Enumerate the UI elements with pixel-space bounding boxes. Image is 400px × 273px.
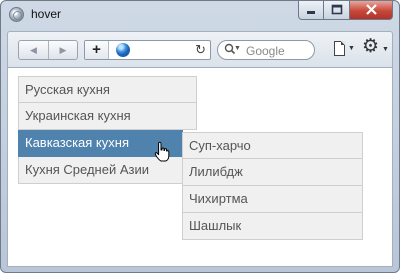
menu-item-label: Кавказская кухня — [25, 135, 129, 150]
forward-icon: ▶ — [59, 45, 67, 55]
page-menu-button[interactable]: ▼ — [332, 40, 358, 60]
dish-submenu: Суп-харчо Лилибдж Чихиртма Шашлык — [182, 132, 363, 240]
browser-window: hover ◀ ▶ + ↻ ▼ Google ▼ ⚙ ▼ Русская кух… — [0, 0, 400, 273]
submenu-item-label: Шашлык — [189, 218, 242, 233]
submenu-item-label: Лилибдж — [189, 164, 243, 179]
settings-menu-button[interactable]: ⚙ ▼ — [362, 36, 392, 60]
page-menu-caret-icon: ▼ — [348, 45, 355, 52]
maximize-button[interactable] — [324, 1, 350, 20]
submenu-item-label: Суп-харчо — [189, 138, 251, 153]
submenu-item[interactable]: Шашлык — [182, 213, 363, 240]
submenu-item[interactable]: Лилибдж — [182, 159, 363, 186]
hand-cursor-icon — [154, 141, 170, 162]
title-bar: hover — [1, 1, 399, 29]
forward-button[interactable]: ▶ — [48, 41, 77, 59]
search-engine-dropdown-icon[interactable]: ▼ — [234, 45, 241, 52]
minimize-icon — [307, 11, 315, 14]
menu-item-label: Кухня Средней Азии — [25, 162, 149, 177]
app-globe-icon — [9, 7, 24, 22]
search-bar[interactable]: ▼ Google — [217, 40, 315, 60]
menu-item-label: Русская кухня — [25, 82, 110, 97]
reload-icon[interactable]: ↻ — [195, 42, 206, 58]
window-title: hover — [31, 7, 62, 21]
nav-buttons: ◀ ▶ — [18, 40, 78, 60]
address-bar[interactable]: + ↻ — [84, 40, 211, 60]
menu-item[interactable]: Украинская кухня — [18, 103, 197, 130]
add-bookmark-button[interactable]: + — [85, 41, 109, 59]
back-button[interactable]: ◀ — [19, 41, 48, 59]
maximize-icon — [331, 4, 342, 15]
submenu-item[interactable]: Суп-харчо — [182, 132, 363, 159]
menu-item-label: Украинская кухня — [25, 108, 131, 123]
cuisine-menu: Русская кухня Украинская кухня Кавказска… — [18, 76, 197, 184]
globe-icon — [116, 43, 130, 57]
submenu-item-label: Чихиртма — [189, 191, 248, 206]
back-icon: ◀ — [30, 45, 37, 55]
page-content: Русская кухня Украинская кухня Кавказска… — [7, 67, 393, 267]
close-icon — [365, 4, 377, 15]
window-controls — [298, 1, 393, 20]
page-icon — [334, 41, 345, 56]
add-icon: + — [92, 41, 101, 58]
search-placeholder: Google — [246, 44, 285, 58]
minimize-button[interactable] — [298, 1, 324, 20]
menu-item[interactable]: Русская кухня — [18, 76, 197, 103]
close-button[interactable] — [350, 1, 393, 20]
browser-toolbar: ◀ ▶ + ↻ ▼ Google ▼ ⚙ ▼ — [7, 31, 393, 67]
gear-icon: ⚙ — [362, 36, 380, 57]
submenu-item[interactable]: Чихиртма — [182, 186, 363, 213]
settings-caret-icon: ▼ — [382, 46, 389, 53]
menu-item[interactable]: Кухня Средней Азии — [18, 157, 197, 184]
